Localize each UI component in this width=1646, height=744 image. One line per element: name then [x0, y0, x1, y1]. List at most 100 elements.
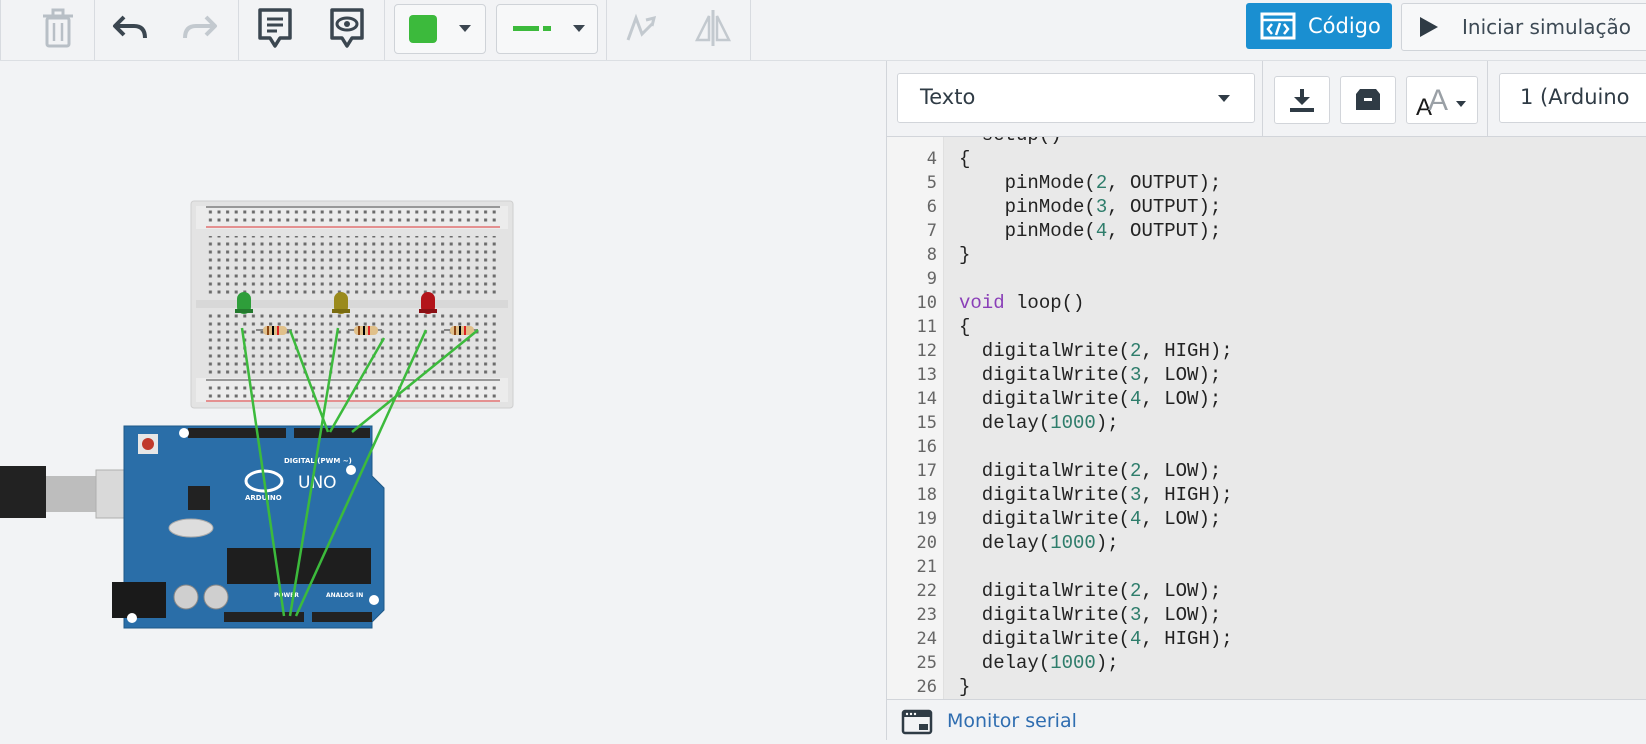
note-icon [258, 8, 292, 48]
line-number: 19 [916, 509, 937, 529]
code-line: { [959, 148, 971, 170]
flip-button[interactable] [690, 6, 736, 50]
notes-button[interactable] [252, 4, 298, 52]
trash-icon [43, 8, 73, 48]
code-editor-icon [1260, 12, 1296, 40]
serial-monitor-icon [901, 709, 933, 735]
line-number: 18 [916, 485, 937, 505]
code-line: delay(1000); [959, 412, 1119, 434]
code-line: digitalWrite(3, HIGH); [959, 484, 1233, 506]
code-line: digitalWrite(3, LOW); [959, 364, 1222, 386]
wire-line-segment [513, 26, 539, 31]
code-line: pinMode(2, OUTPUT); [959, 172, 1222, 194]
power-pins-label: POWER [274, 592, 299, 599]
undo-icon [113, 15, 147, 39]
device-select[interactable]: 1 (Arduino [1499, 73, 1646, 123]
redo-icon [183, 15, 217, 39]
analog-pins-label: ANALOG IN [326, 592, 363, 599]
device-select-value: 1 (Arduino [1520, 85, 1630, 109]
board-model-label: UNO [298, 473, 337, 493]
code-partial-line: setup() [959, 137, 1062, 147]
undo-button[interactable] [108, 6, 152, 50]
play-icon [1420, 17, 1438, 37]
toolbar-separator [606, 0, 607, 60]
line-number: 16 [916, 437, 937, 457]
line-number: 24 [916, 629, 937, 649]
start-simulation-button[interactable]: Iniciar simulação [1401, 3, 1646, 51]
code-line: digitalWrite(2, LOW); [959, 580, 1222, 602]
toolbar-separator [384, 0, 385, 60]
board-brand-label: ARDUINO [245, 494, 282, 502]
line-number: 11 [916, 317, 937, 337]
code-line: pinMode(3, OUTPUT); [959, 196, 1222, 218]
line-number: 10 [916, 293, 937, 313]
wire-type-picker[interactable] [496, 4, 598, 54]
eye-note-icon [330, 8, 364, 48]
download-icon [1290, 89, 1314, 112]
toolbar-separator [0, 0, 1, 60]
code-line: } [959, 244, 971, 266]
line-number: 23 [916, 605, 937, 625]
font-size-button[interactable]: AA [1406, 76, 1478, 124]
code-panel: Texto AA 1 (Arduino setup() 4 {5 pinMode(… [886, 61, 1646, 741]
line-number: 21 [916, 557, 937, 577]
line-number: 25 [916, 653, 937, 673]
download-code-button[interactable] [1274, 76, 1330, 124]
top-toolbar: Código Iniciar simulação [0, 0, 1646, 61]
serial-monitor-bar[interactable]: Monitor serial [887, 699, 1646, 741]
header-separator [1487, 61, 1488, 136]
code-line: digitalWrite(4, LOW); [959, 388, 1222, 410]
redo-button[interactable] [178, 6, 222, 50]
line-number: 8 [926, 245, 937, 265]
serial-monitor-label: Monitor serial [947, 710, 1077, 732]
code-line: { [959, 316, 971, 338]
line-number: 13 [916, 365, 937, 385]
code-line: digitalWrite(4, HIGH); [959, 628, 1233, 650]
code-button[interactable]: Código [1246, 3, 1392, 49]
toolbar-separator [94, 0, 95, 60]
rotate-button[interactable] [618, 6, 662, 50]
wire-line-segment [543, 26, 551, 31]
line-number: 15 [916, 413, 937, 433]
circuit-canvas[interactable]: UNO ARDUINO DIGITAL (PWM ~) POWER ANALOG… [0, 61, 886, 740]
line-number: 12 [916, 341, 937, 361]
line-number: 9 [926, 269, 937, 289]
line-number: 26 [916, 677, 937, 697]
line-number: 5 [926, 173, 937, 193]
libraries-button[interactable] [1340, 76, 1396, 124]
header-separator [1262, 61, 1263, 136]
code-line: digitalWrite(4, LOW); [959, 508, 1222, 530]
line-number: 14 [916, 389, 937, 409]
code-line: delay(1000); [959, 652, 1119, 674]
archive-box-icon [1356, 89, 1380, 110]
digital-pins-label: DIGITAL (PWM ~) [284, 457, 352, 465]
start-simulation-label: Iniciar simulação [1462, 15, 1631, 39]
caret-down-icon [459, 25, 471, 32]
code-line: } [959, 676, 971, 698]
wire-color-picker[interactable] [394, 4, 486, 54]
arduino-uno-board[interactable]: UNO ARDUINO DIGITAL (PWM ~) POWER ANALOG… [112, 425, 385, 629]
toolbar-separator [238, 0, 239, 60]
caret-down-icon [573, 25, 585, 32]
toggle-notes-visibility-button[interactable] [324, 4, 370, 52]
circuit-drawing: UNO ARDUINO DIGITAL (PWM ~) POWER ANALOG… [0, 200, 514, 629]
mirror-icon [694, 10, 732, 46]
code-panel-header: Texto AA 1 (Arduino [887, 61, 1646, 137]
code-line: delay(1000); [959, 532, 1119, 554]
color-swatch [409, 15, 437, 43]
rotate-icon [626, 13, 657, 41]
line-number: 17 [916, 461, 937, 481]
code-line: digitalWrite(2, LOW); [959, 460, 1222, 482]
line-number: 6 [926, 197, 937, 217]
delete-button[interactable] [36, 6, 80, 50]
code-mode-select[interactable]: Texto [897, 73, 1255, 123]
caret-down-icon [1218, 95, 1230, 102]
code-line: digitalWrite(2, HIGH); [959, 340, 1233, 362]
code-line: pinMode(4, OUTPUT); [959, 220, 1222, 242]
code-editor[interactable]: setup() 4 {5 pinMode(2, OUTPUT); 6 pinMode… [887, 137, 1646, 699]
line-number: 22 [916, 581, 937, 601]
font-size-icon: AA [1416, 84, 1466, 117]
line-number: 7 [926, 221, 937, 241]
code-line: void loop() [959, 292, 1085, 314]
code-mode-value: Texto [920, 85, 976, 109]
